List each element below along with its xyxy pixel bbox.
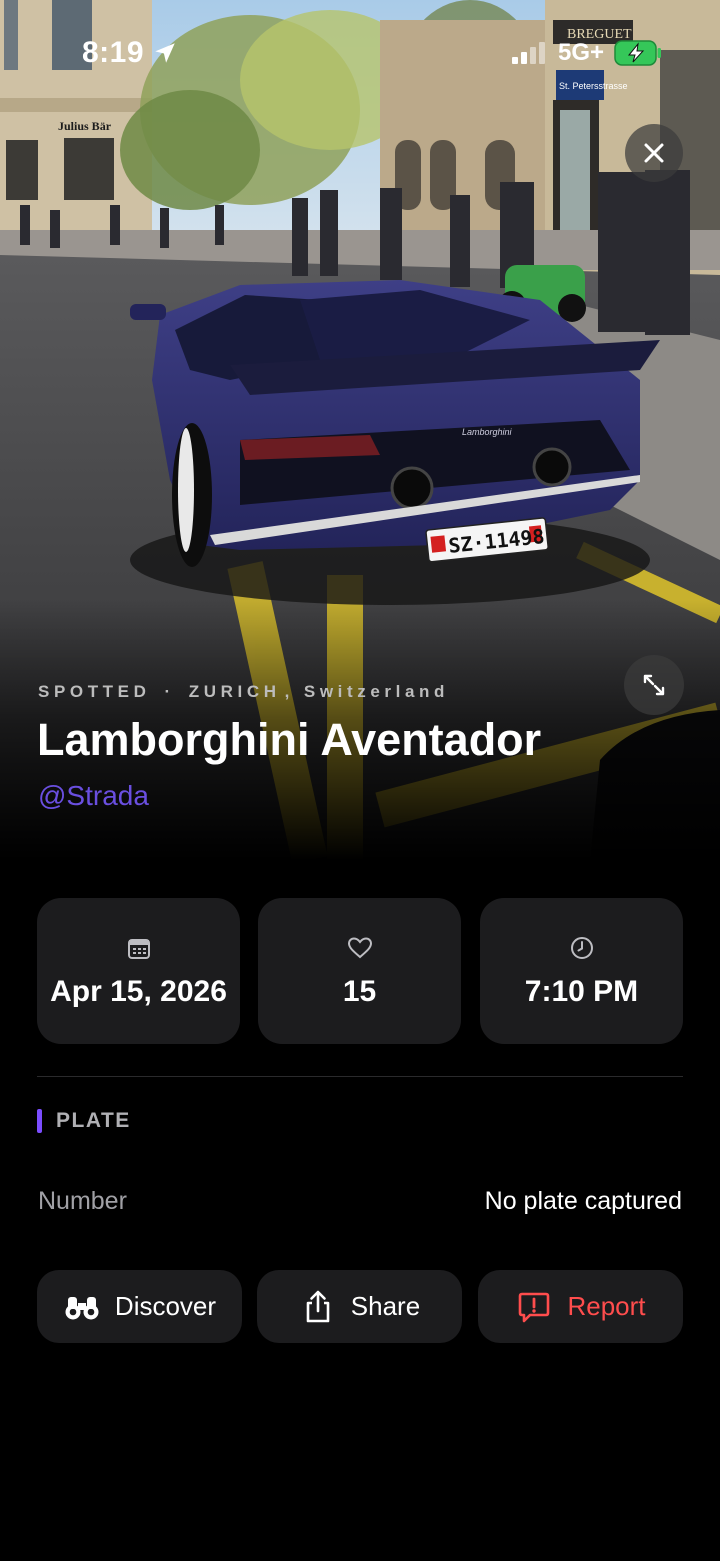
share-icon (306, 1290, 330, 1322)
network-label: 5G+ (558, 39, 605, 66)
spotted-label: SPOTTED (38, 682, 151, 701)
report-label: Report (567, 1291, 646, 1321)
section-divider (37, 1076, 683, 1077)
expand-icon (643, 674, 665, 696)
kicker-separator: · (164, 682, 175, 701)
time-value: 7:10 PM (524, 975, 639, 1008)
expand-button[interactable] (624, 655, 684, 715)
plate-number-value: No plate captured (484, 1187, 682, 1215)
car-title: Lamborghini Aventador (37, 714, 542, 765)
calendar-icon (127, 939, 150, 959)
spot-country: Switzerland (303, 682, 449, 701)
date-card: Apr 15, 2026 (37, 898, 240, 1044)
battery-charging-icon (614, 40, 661, 66)
plate-section-title: PLATE (56, 1109, 131, 1132)
heart-icon (347, 937, 372, 959)
sign-shop: Julius Bär (58, 119, 112, 133)
plate-number-label: Number (38, 1187, 127, 1215)
share-label: Share (350, 1291, 421, 1321)
report-icon (519, 1292, 550, 1322)
close-button[interactable] (625, 124, 683, 182)
section-accent-bar (37, 1109, 42, 1133)
signal-icon (512, 42, 545, 64)
discover-button[interactable]: Discover (37, 1270, 242, 1343)
discover-label: Discover (114, 1291, 217, 1321)
close-icon (644, 143, 664, 163)
time-card: 7:10 PM (480, 898, 683, 1044)
likes-card[interactable]: 15 (258, 898, 461, 1044)
share-button[interactable]: Share (257, 1270, 462, 1343)
status-time: 8:19 (82, 36, 145, 69)
report-button[interactable]: Report (478, 1270, 683, 1343)
date-value: Apr 15, 2026 (50, 975, 227, 1008)
spot-city: ZURICH (188, 682, 281, 701)
likes-value: 15 (342, 975, 377, 1008)
location-arrow-icon (155, 43, 175, 63)
car-badge: Lamborghini (462, 427, 513, 437)
spot-kicker: SPOTTED · ZURICH, Switzerland (38, 682, 449, 702)
clock-icon (570, 937, 593, 959)
binoculars-icon (65, 1296, 99, 1319)
country-separator: , (284, 682, 294, 701)
sign-street: St. Petersstrasse (559, 81, 628, 91)
user-link[interactable]: @Strada (38, 780, 149, 812)
